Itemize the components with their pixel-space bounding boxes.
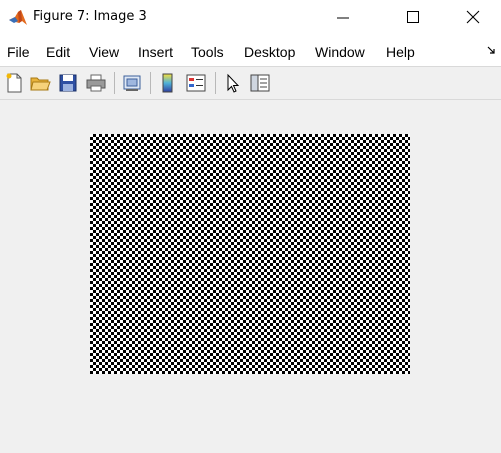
minimize-icon: [337, 17, 349, 19]
dock-arrow-icon[interactable]: [486, 45, 498, 57]
toolbar: [0, 67, 501, 100]
edit-plot-icon[interactable]: [222, 72, 244, 94]
toolbar-separator: [150, 72, 151, 94]
save-icon[interactable]: [57, 72, 79, 94]
menu-window[interactable]: Window: [315, 44, 365, 60]
menu-tools[interactable]: Tools: [191, 44, 224, 60]
menu-bar: File Edit View Insert Tools Desktop Wind…: [0, 36, 501, 67]
menu-insert[interactable]: Insert: [138, 44, 173, 60]
maximize-icon: [407, 11, 419, 23]
menu-help[interactable]: Help: [386, 44, 415, 60]
checkerboard-image[interactable]: [90, 134, 410, 374]
insert-legend-icon[interactable]: [185, 72, 207, 94]
menu-edit[interactable]: Edit: [46, 44, 70, 60]
minimize-button[interactable]: [321, 0, 367, 36]
toolbar-separator: [215, 72, 216, 94]
print-icon[interactable]: [85, 72, 107, 94]
menu-view[interactable]: View: [89, 44, 119, 60]
maximize-button[interactable]: [391, 0, 437, 36]
open-file-icon[interactable]: [29, 72, 51, 94]
matlab-logo-icon: [9, 10, 27, 25]
close-icon: [466, 10, 480, 24]
window-title: Figure 7: Image 3: [33, 9, 147, 24]
new-figure-icon[interactable]: [3, 72, 25, 94]
link-plot-icon[interactable]: [121, 72, 143, 94]
toolbar-separator: [114, 72, 115, 94]
insert-colorbar-icon[interactable]: [157, 72, 179, 94]
title-bar: Figure 7: Image 3: [0, 0, 501, 36]
close-button[interactable]: [451, 0, 497, 36]
menu-file[interactable]: File: [7, 44, 30, 60]
menu-desktop[interactable]: Desktop: [244, 44, 295, 60]
property-inspector-icon[interactable]: [249, 72, 271, 94]
